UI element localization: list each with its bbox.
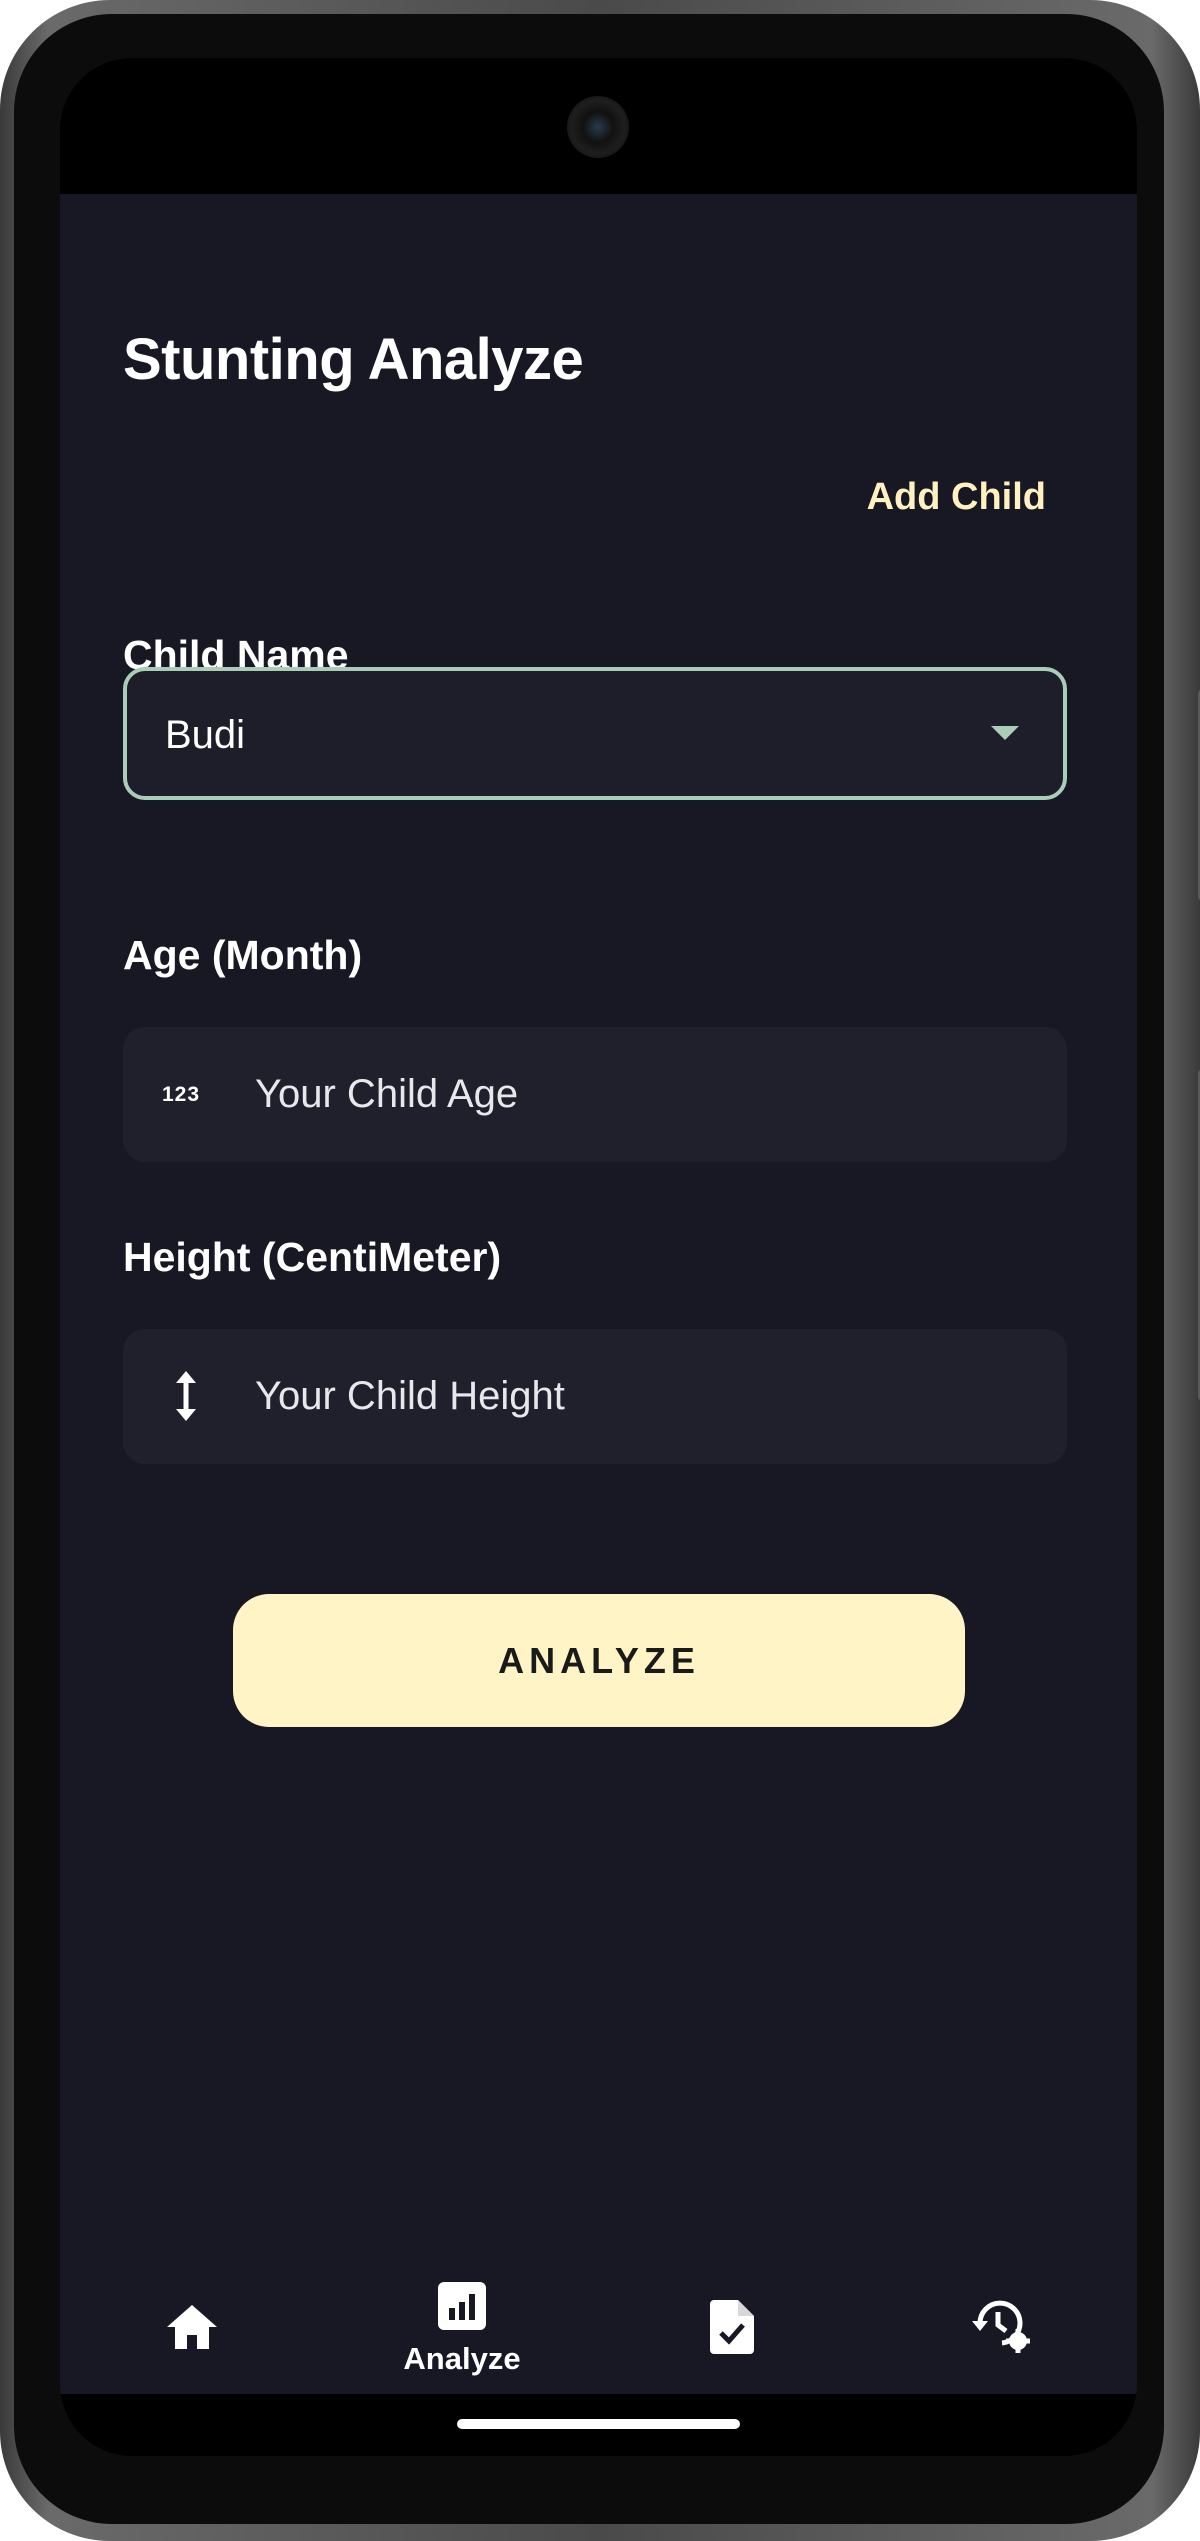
svg-text:123: 123: [162, 1083, 200, 1106]
home-icon: [165, 2303, 219, 2356]
nav-analyze[interactable]: Analyze: [362, 2264, 562, 2394]
age-input[interactable]: [255, 1027, 1035, 1162]
front-camera: [567, 96, 629, 158]
nav-home[interactable]: [92, 2264, 292, 2394]
numbers-123-icon: 123: [159, 1067, 213, 1121]
nav-history-settings[interactable]: [902, 2264, 1102, 2394]
child-name-dropdown[interactable]: Budi: [123, 667, 1067, 800]
analyze-button[interactable]: ANALYZE: [233, 1594, 965, 1727]
age-label: Age (Month): [123, 932, 363, 978]
page-title: Stunting Analyze: [123, 327, 584, 392]
vertical-arrows-icon: [159, 1369, 213, 1423]
history-settings-icon: [972, 2299, 1032, 2360]
screen: Stunting Analyze Add Child Child Name Bu…: [60, 58, 1137, 2456]
home-indicator[interactable]: [457, 2419, 740, 2429]
height-input[interactable]: [255, 1329, 1035, 1464]
dropdown-arrow-icon: [991, 726, 1019, 740]
age-field[interactable]: 123: [123, 1027, 1067, 1162]
add-child-button[interactable]: Add Child: [867, 476, 1046, 519]
app-content: Stunting Analyze Add Child Child Name Bu…: [60, 194, 1137, 2394]
nav-report[interactable]: [632, 2264, 832, 2394]
height-field[interactable]: [123, 1329, 1067, 1464]
height-label: Height (CentiMeter): [123, 1234, 502, 1280]
document-check-icon: [710, 2299, 754, 2359]
phone-frame: Stunting Analyze Add Child Child Name Bu…: [0, 0, 1200, 2541]
nav-analyze-label: Analyze: [403, 2340, 521, 2376]
analytics-icon: [438, 2281, 486, 2335]
bottom-navigation: Analyze: [60, 2264, 1137, 2394]
child-name-selected: Budi: [165, 713, 246, 757]
